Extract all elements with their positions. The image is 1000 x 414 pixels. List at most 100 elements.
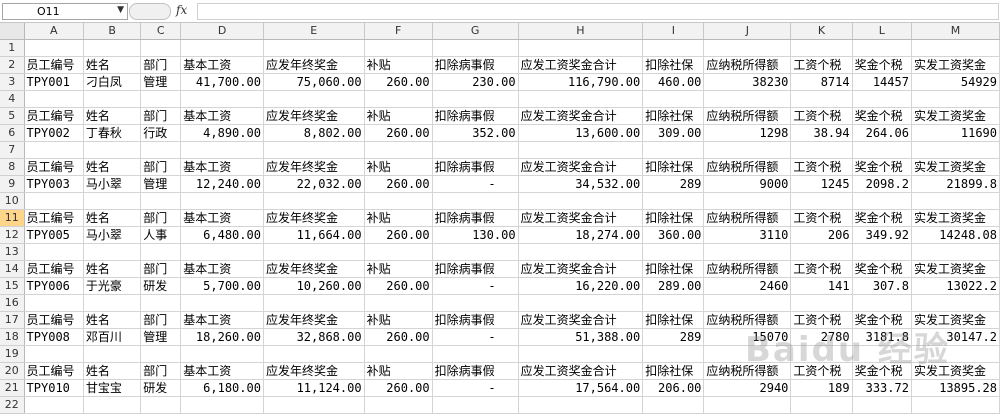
cell-i2[interactable]: 扣除社保: [642, 56, 705, 74]
row-header-5[interactable]: 5: [0, 107, 25, 125]
cell-f10[interactable]: [364, 192, 433, 210]
cell-d12[interactable]: 6,480.00: [180, 226, 264, 244]
cell-h18[interactable]: 51,388.00: [518, 328, 644, 346]
cell-l10[interactable]: [852, 192, 912, 210]
cell-f18[interactable]: 260.00: [364, 328, 433, 346]
cell-j7[interactable]: [703, 141, 792, 159]
cell-a12[interactable]: TPY005: [24, 226, 84, 244]
column-header-c[interactable]: C: [140, 23, 182, 40]
cell-g9[interactable]: -: [432, 175, 519, 193]
cell-f9[interactable]: 260.00: [364, 175, 433, 193]
cell-c8[interactable]: 部门: [140, 158, 182, 176]
cell-g19[interactable]: [432, 345, 519, 363]
column-header-i[interactable]: I: [642, 23, 705, 40]
cell-m4[interactable]: [911, 90, 1000, 108]
cell-k12[interactable]: 206: [790, 226, 853, 244]
cell-l15[interactable]: 307.8: [852, 277, 912, 295]
cell-m12[interactable]: 14248.08: [911, 226, 1000, 244]
cell-f19[interactable]: [364, 345, 433, 363]
cell-b9[interactable]: 马小翠: [83, 175, 142, 193]
cell-j15[interactable]: 2460: [703, 277, 792, 295]
cell-a10[interactable]: [24, 192, 84, 210]
cell-h4[interactable]: [518, 90, 644, 108]
cell-h8[interactable]: 应发工资奖金合计: [518, 158, 644, 176]
cell-e11[interactable]: 应发年终奖金: [263, 209, 365, 227]
column-header-f[interactable]: F: [364, 23, 433, 40]
cell-e16[interactable]: [263, 294, 365, 312]
cell-e18[interactable]: 32,868.00: [263, 328, 365, 346]
cell-j1[interactable]: [703, 39, 792, 57]
cell-l3[interactable]: 14457: [852, 73, 912, 91]
cell-d18[interactable]: 18,260.00: [180, 328, 264, 346]
row-header-6[interactable]: 6: [0, 124, 25, 142]
cell-j2[interactable]: 应纳税所得额: [703, 56, 792, 74]
cell-b20[interactable]: 姓名: [83, 362, 142, 380]
cell-f6[interactable]: 260.00: [364, 124, 433, 142]
cell-i13[interactable]: [642, 243, 705, 261]
cell-e3[interactable]: 75,060.00: [263, 73, 365, 91]
cell-m9[interactable]: 21899.8: [911, 175, 1000, 193]
cell-i6[interactable]: 309.00: [642, 124, 705, 142]
cell-a19[interactable]: [24, 345, 84, 363]
cell-c1[interactable]: [140, 39, 182, 57]
cell-k4[interactable]: [790, 90, 853, 108]
cell-i10[interactable]: [642, 192, 705, 210]
cell-a20[interactable]: 员工编号: [24, 362, 84, 380]
column-header-g[interactable]: G: [432, 23, 519, 40]
cell-k16[interactable]: [790, 294, 853, 312]
cell-d20[interactable]: 基本工资: [180, 362, 264, 380]
column-header-l[interactable]: L: [852, 23, 912, 40]
cell-j11[interactable]: 应纳税所得额: [703, 209, 792, 227]
cell-b8[interactable]: 姓名: [83, 158, 142, 176]
cell-h12[interactable]: 18,274.00: [518, 226, 644, 244]
cell-l16[interactable]: [852, 294, 912, 312]
cell-c7[interactable]: [140, 141, 182, 159]
cell-m10[interactable]: [911, 192, 1000, 210]
cell-d14[interactable]: 基本工资: [180, 260, 264, 278]
column-header-k[interactable]: K: [790, 23, 853, 40]
cell-c18[interactable]: 管理: [140, 328, 182, 346]
cell-b10[interactable]: [83, 192, 142, 210]
cell-e21[interactable]: 11,124.00: [263, 379, 365, 397]
cell-m15[interactable]: 13022.2: [911, 277, 1000, 295]
cell-c16[interactable]: [140, 294, 182, 312]
cell-g18[interactable]: -: [432, 328, 519, 346]
cell-k1[interactable]: [790, 39, 853, 57]
cell-h11[interactable]: 应发工资奖金合计: [518, 209, 644, 227]
cell-j8[interactable]: 应纳税所得额: [703, 158, 792, 176]
cell-j16[interactable]: [703, 294, 792, 312]
row-header-7[interactable]: 7: [0, 141, 25, 159]
cell-l5[interactable]: 奖金个税: [852, 107, 912, 125]
cell-g14[interactable]: 扣除病事假: [432, 260, 519, 278]
cell-c15[interactable]: 研发: [140, 277, 182, 295]
cell-b19[interactable]: [83, 345, 142, 363]
cell-i1[interactable]: [642, 39, 705, 57]
cell-d15[interactable]: 5,700.00: [180, 277, 264, 295]
cell-b18[interactable]: 邓百川: [83, 328, 142, 346]
cell-g4[interactable]: [432, 90, 519, 108]
cell-h3[interactable]: 116,790.00: [518, 73, 644, 91]
cell-i8[interactable]: 扣除社保: [642, 158, 705, 176]
cell-i5[interactable]: 扣除社保: [642, 107, 705, 125]
cell-e1[interactable]: [263, 39, 365, 57]
cell-k2[interactable]: 工资个税: [790, 56, 853, 74]
cell-m7[interactable]: [911, 141, 1000, 159]
row-header-15[interactable]: 15: [0, 277, 25, 295]
cell-d8[interactable]: 基本工资: [180, 158, 264, 176]
cell-a21[interactable]: TPY010: [24, 379, 84, 397]
cell-f20[interactable]: 补贴: [364, 362, 433, 380]
cell-l7[interactable]: [852, 141, 912, 159]
cell-j4[interactable]: [703, 90, 792, 108]
cell-e15[interactable]: 10,260.00: [263, 277, 365, 295]
cell-k21[interactable]: 189: [790, 379, 853, 397]
cell-a14[interactable]: 员工编号: [24, 260, 84, 278]
cell-f4[interactable]: [364, 90, 433, 108]
cell-l8[interactable]: 奖金个税: [852, 158, 912, 176]
cell-c2[interactable]: 部门: [140, 56, 182, 74]
cell-d10[interactable]: [180, 192, 264, 210]
cell-b2[interactable]: 姓名: [83, 56, 142, 74]
cell-g16[interactable]: [432, 294, 519, 312]
cell-k15[interactable]: 141: [790, 277, 853, 295]
cell-f7[interactable]: [364, 141, 433, 159]
name-box[interactable]: O11 ▼: [2, 3, 128, 20]
